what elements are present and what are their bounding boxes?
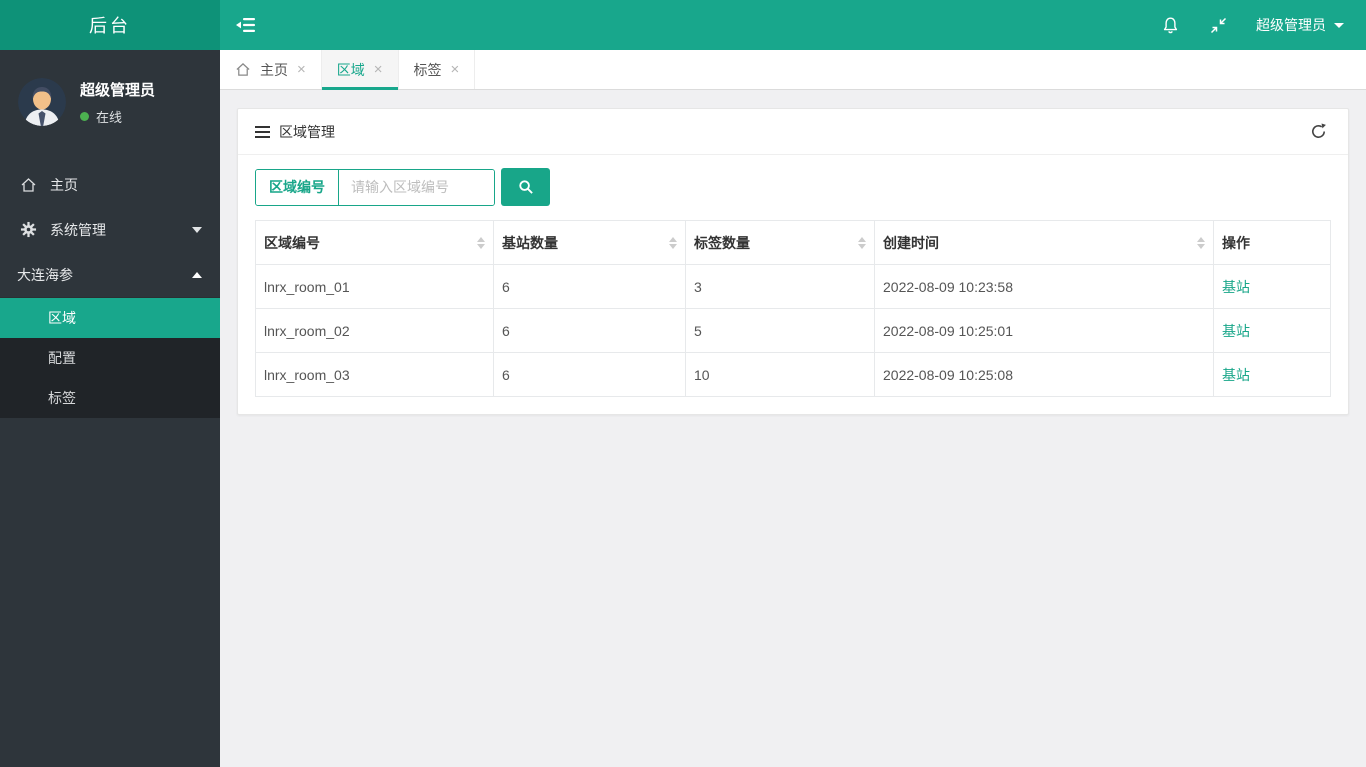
tab-label: 标签 <box>413 61 442 78</box>
column-header-created-at[interactable]: 创建时间 <box>874 220 1214 265</box>
cell-area-id: lnrx_room_02 <box>255 308 494 353</box>
table-row: lnrx_room_03 6 10 2022-08-09 10:25:08 基站 <box>255 352 1331 397</box>
sidebar-item-home[interactable]: 主页 <box>0 162 220 207</box>
close-icon[interactable]: × <box>297 62 306 77</box>
base-station-link[interactable]: 基站 <box>1222 279 1250 295</box>
fullscreen-button[interactable] <box>1194 0 1242 50</box>
sidebar-item-label: 系统管理 <box>50 221 106 238</box>
sort-icon <box>669 236 677 249</box>
table-row: lnrx_room_01 6 3 2022-08-09 10:23:58 基站 <box>255 264 1331 309</box>
sort-icon <box>477 236 485 249</box>
tab-label: 主页 <box>260 61 288 78</box>
home-icon <box>20 177 39 193</box>
app-logo: 后台 <box>0 0 220 50</box>
cell-created-at: 2022-08-09 10:25:08 <box>874 352 1214 397</box>
sidebar-subitem-label: 标签 <box>48 390 76 406</box>
table-row: lnrx_room_02 6 5 2022-08-09 10:25:01 基站 <box>255 308 1331 353</box>
column-label: 操作 <box>1222 234 1250 251</box>
sidebar-subitem-label: 区域 <box>48 310 76 326</box>
card-header: 区域管理 <box>238 109 1348 155</box>
refresh-icon <box>1311 123 1326 138</box>
top-navbar: 后台 超级管理员 <box>0 0 1366 50</box>
search-input-group: 区域编号 <box>255 168 495 206</box>
tab-home[interactable]: 主页 × <box>220 50 322 89</box>
column-label: 创建时间 <box>883 234 939 251</box>
user-meta: 超级管理员 在线 <box>80 79 155 126</box>
column-label: 基站数量 <box>502 234 558 251</box>
column-label: 区域编号 <box>264 234 320 251</box>
tab-bar: 主页 × 区域 × 标签 × <box>220 50 1366 90</box>
search-button[interactable] <box>501 168 550 206</box>
user-name: 超级管理员 <box>80 81 156 99</box>
sidebar-item-system-management[interactable]: 系统管理 <box>0 207 220 252</box>
sidebar-submenu: 区域 配置 标签 <box>0 297 220 418</box>
close-icon[interactable]: × <box>374 62 383 77</box>
card-title: 区域管理 <box>279 123 335 140</box>
cell-tag-count: 5 <box>685 308 875 353</box>
online-status-label: 在线 <box>96 109 123 125</box>
list-icon <box>255 125 270 138</box>
cell-tag-count: 3 <box>685 264 875 309</box>
avatar <box>18 78 66 126</box>
chevron-down-icon <box>1334 22 1344 28</box>
column-header-tag-count[interactable]: 标签数量 <box>685 220 875 265</box>
cell-area-id: lnrx_room_01 <box>255 264 494 309</box>
column-label: 标签数量 <box>694 234 750 251</box>
base-station-link[interactable]: 基站 <box>1222 367 1250 383</box>
search-row: 区域编号 <box>255 168 1331 206</box>
sidebar-user-panel: 超级管理员 在线 <box>0 50 220 162</box>
user-status: 在线 <box>80 107 155 126</box>
column-header-area-id[interactable]: 区域编号 <box>255 220 494 265</box>
tab-label: 区域 <box>336 61 365 78</box>
menu-toggle-icon <box>236 18 255 32</box>
area-table: 区域编号 基站数量 标签数量 创建时间 操作 lnrx_room_01 6 3 … <box>255 220 1331 397</box>
table-header-row: 区域编号 基站数量 标签数量 创建时间 操作 <box>255 220 1331 265</box>
sidebar-item-config[interactable]: 配置 <box>0 338 220 378</box>
tab-tags[interactable]: 标签 × <box>399 50 476 89</box>
cell-base-stations: 6 <box>493 264 686 309</box>
content-area: 区域管理 区域编号 请输入区域编号 区域编号 基站数量 标签数量 创建时间 操作… <box>220 90 1366 767</box>
refresh-button[interactable] <box>1305 119 1331 145</box>
sidebar-item-dalian-haishen[interactable]: 大连海参 <box>0 252 220 297</box>
user-menu-dropdown[interactable]: 超级管理员 <box>1242 0 1366 50</box>
home-icon <box>235 62 251 77</box>
sidebar-menu: 主页 系统管理 大连海参 区域 配置 标签 <box>0 162 220 418</box>
chevron-down-icon <box>192 226 202 233</box>
cell-base-stations: 6 <box>493 352 686 397</box>
online-status-dot <box>80 111 89 121</box>
tab-area[interactable]: 区域 × <box>321 50 399 90</box>
cell-created-at: 2022-08-09 10:25:01 <box>874 308 1214 353</box>
close-icon[interactable]: × <box>451 62 460 77</box>
area-management-card: 区域管理 区域编号 请输入区域编号 区域编号 基站数量 标签数量 创建时间 操作… <box>237 108 1349 415</box>
column-header-base-stations[interactable]: 基站数量 <box>493 220 686 265</box>
sort-icon <box>1197 236 1205 249</box>
user-menu-label: 超级管理员 <box>1256 17 1326 33</box>
base-station-link[interactable]: 基站 <box>1222 323 1250 339</box>
search-icon <box>518 180 533 194</box>
cell-area-id: lnrx_room_03 <box>255 352 494 397</box>
sidebar-toggle-button[interactable] <box>220 0 272 50</box>
search-field-label: 区域编号 <box>256 169 339 205</box>
sidebar-item-area[interactable]: 区域 <box>0 298 220 338</box>
cell-created-at: 2022-08-09 10:23:58 <box>874 264 1214 309</box>
cell-base-stations: 6 <box>493 308 686 353</box>
sidebar-subitem-label: 配置 <box>48 350 76 366</box>
compress-icon <box>1210 17 1226 33</box>
app-title: 后台 <box>89 16 131 36</box>
notifications-button[interactable] <box>1146 0 1194 50</box>
sidebar-item-tags[interactable]: 标签 <box>0 378 220 418</box>
gear-icon <box>20 221 39 238</box>
search-input[interactable] <box>339 169 494 205</box>
sidebar-item-label: 主页 <box>50 176 78 193</box>
sort-icon <box>858 236 866 249</box>
admin-app: 后台 超级管理员 超级管理员 在线 主页 系统管理 大连海参 区域 配置 标签 … <box>0 0 1366 767</box>
card-body: 区域编号 区域编号 <box>238 155 1348 414</box>
bell-icon <box>1163 17 1177 33</box>
sidebar: 超级管理员 在线 主页 系统管理 大连海参 区域 配置 标签 <box>0 50 220 767</box>
navbar-main: 超级管理员 <box>220 0 1366 50</box>
sidebar-item-label: 大连海参 <box>17 266 73 283</box>
column-header-actions: 操作 <box>1213 220 1331 265</box>
cell-tag-count: 10 <box>685 352 875 397</box>
chevron-up-icon <box>192 271 202 278</box>
